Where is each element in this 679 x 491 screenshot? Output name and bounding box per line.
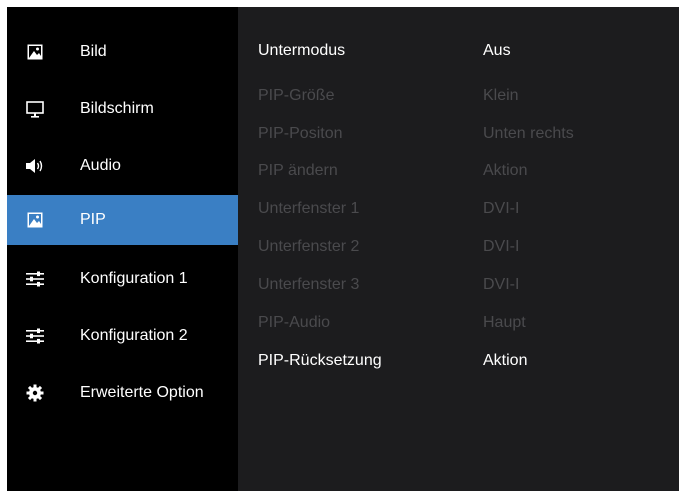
setting-label: Unterfenster 1 <box>258 200 360 217</box>
setting-value: Unten rechts <box>483 125 574 142</box>
setting-label: PIP ändern <box>258 162 338 179</box>
gear-icon <box>25 383 45 403</box>
setting-row-pip-ruecksetzung[interactable]: PIP-Rücksetzung Aktion <box>238 344 679 380</box>
picture-icon <box>25 210 45 230</box>
setting-label: PIP-Rücksetzung <box>258 352 382 369</box>
sidebar-item-label: Konfiguration 1 <box>80 270 188 287</box>
sidebar: Bild Bildschirm Audio PIP Konfiguration <box>7 7 238 491</box>
setting-label: Unterfenster 3 <box>258 276 360 293</box>
setting-value: Haupt <box>483 314 526 331</box>
sliders-icon <box>25 326 45 346</box>
setting-value: DVI-I <box>483 276 520 293</box>
setting-row-pip-aendern: PIP ändern Aktion <box>238 154 679 190</box>
sidebar-item-label: Bildschirm <box>80 100 154 117</box>
setting-row-pip-groesse: PIP-Größe Klein <box>238 79 679 115</box>
setting-value: DVI-I <box>483 200 520 217</box>
setting-label: PIP-Audio <box>258 314 331 331</box>
setting-row-unterfenster-2: Unterfenster 2 DVI-I <box>238 230 679 266</box>
sidebar-item-erweiterte-option[interactable]: Erweiterte Option <box>7 368 238 418</box>
picture-icon <box>25 42 45 62</box>
sidebar-item-label: Konfiguration 2 <box>80 327 188 344</box>
setting-row-pip-audio: PIP-Audio Haupt <box>238 306 679 342</box>
sidebar-item-bildschirm[interactable]: Bildschirm <box>7 84 238 134</box>
setting-row-unterfenster-1: Unterfenster 1 DVI-I <box>238 192 679 228</box>
setting-row-untermodus[interactable]: Untermodus Aus <box>238 34 679 70</box>
sliders-icon <box>25 269 45 289</box>
setting-label: Untermodus <box>258 42 346 59</box>
setting-label: Unterfenster 2 <box>258 238 360 255</box>
setting-row-unterfenster-3: Unterfenster 3 DVI-I <box>238 268 679 304</box>
setting-value: Aktion <box>483 352 528 369</box>
sidebar-item-bild[interactable]: Bild <box>7 27 238 77</box>
speaker-icon <box>25 156 45 176</box>
sidebar-item-label: Audio <box>80 157 121 174</box>
setting-value: DVI-I <box>483 238 520 255</box>
sidebar-item-pip[interactable]: PIP <box>7 195 238 245</box>
setting-label: PIP-Größe <box>258 87 335 104</box>
sidebar-item-audio[interactable]: Audio <box>7 141 238 191</box>
sidebar-item-label: Erweiterte Option <box>80 384 204 401</box>
setting-value: Klein <box>483 87 519 104</box>
setting-value: Aus <box>483 42 511 59</box>
sidebar-item-label: Bild <box>80 43 107 60</box>
setting-value: Aktion <box>483 162 528 179</box>
settings-panel: Untermodus Aus PIP-Größe Klein PIP-Posit… <box>238 7 679 491</box>
setting-row-pip-position: PIP-Positon Unten rechts <box>238 117 679 153</box>
sidebar-item-konfiguration-1[interactable]: Konfiguration 1 <box>7 254 238 304</box>
monitor-icon <box>25 99 45 119</box>
sidebar-item-konfiguration-2[interactable]: Konfiguration 2 <box>7 311 238 361</box>
setting-label: PIP-Positon <box>258 125 343 142</box>
sidebar-item-label: PIP <box>80 211 106 228</box>
osd-menu: Bild Bildschirm Audio PIP Konfiguration <box>7 7 679 491</box>
